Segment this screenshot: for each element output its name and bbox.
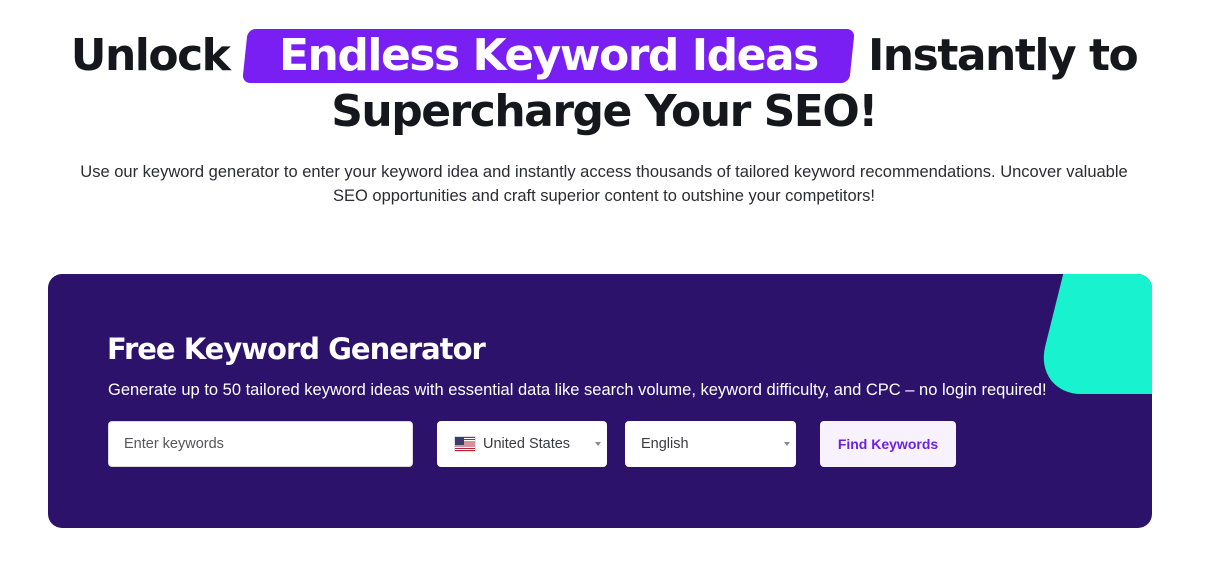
tool-title: Free Keyword Generator: [107, 332, 486, 366]
language-select[interactable]: English: [625, 421, 796, 467]
decorative-corner-shape: [1033, 274, 1152, 394]
country-select[interactable]: United States: [437, 421, 607, 467]
chevron-down-icon: [784, 442, 790, 446]
hero-title-highlight: Endless Keyword Ideas: [242, 29, 855, 83]
hero-subtitle: Use our keyword generator to enter your …: [80, 163, 1128, 205]
keyword-generator-panel: Free Keyword Generator Generate up to 50…: [48, 274, 1152, 528]
tool-subtitle: Generate up to 50 tailored keyword ideas…: [108, 381, 1047, 399]
chevron-down-icon: [595, 442, 601, 446]
hero-title-line-2: Supercharge Your SEO!: [331, 86, 878, 137]
hero-title-highlight-text: Endless Keyword Ideas: [279, 30, 819, 81]
keyword-input[interactable]: [108, 421, 413, 467]
hero-title-after: Instantly to: [867, 30, 1139, 81]
find-keywords-button[interactable]: Find Keywords: [820, 421, 956, 467]
hero-title: Unlock Endless Keyword Ideas Instantly t…: [0, 28, 1208, 140]
hero-title-line-1: Unlock Endless Keyword Ideas Instantly t…: [0, 28, 1208, 84]
us-flag-icon: [455, 437, 475, 451]
hero-title-before: Unlock: [70, 30, 231, 81]
language-select-value: English: [641, 436, 689, 452]
country-select-value: United States: [483, 436, 571, 452]
